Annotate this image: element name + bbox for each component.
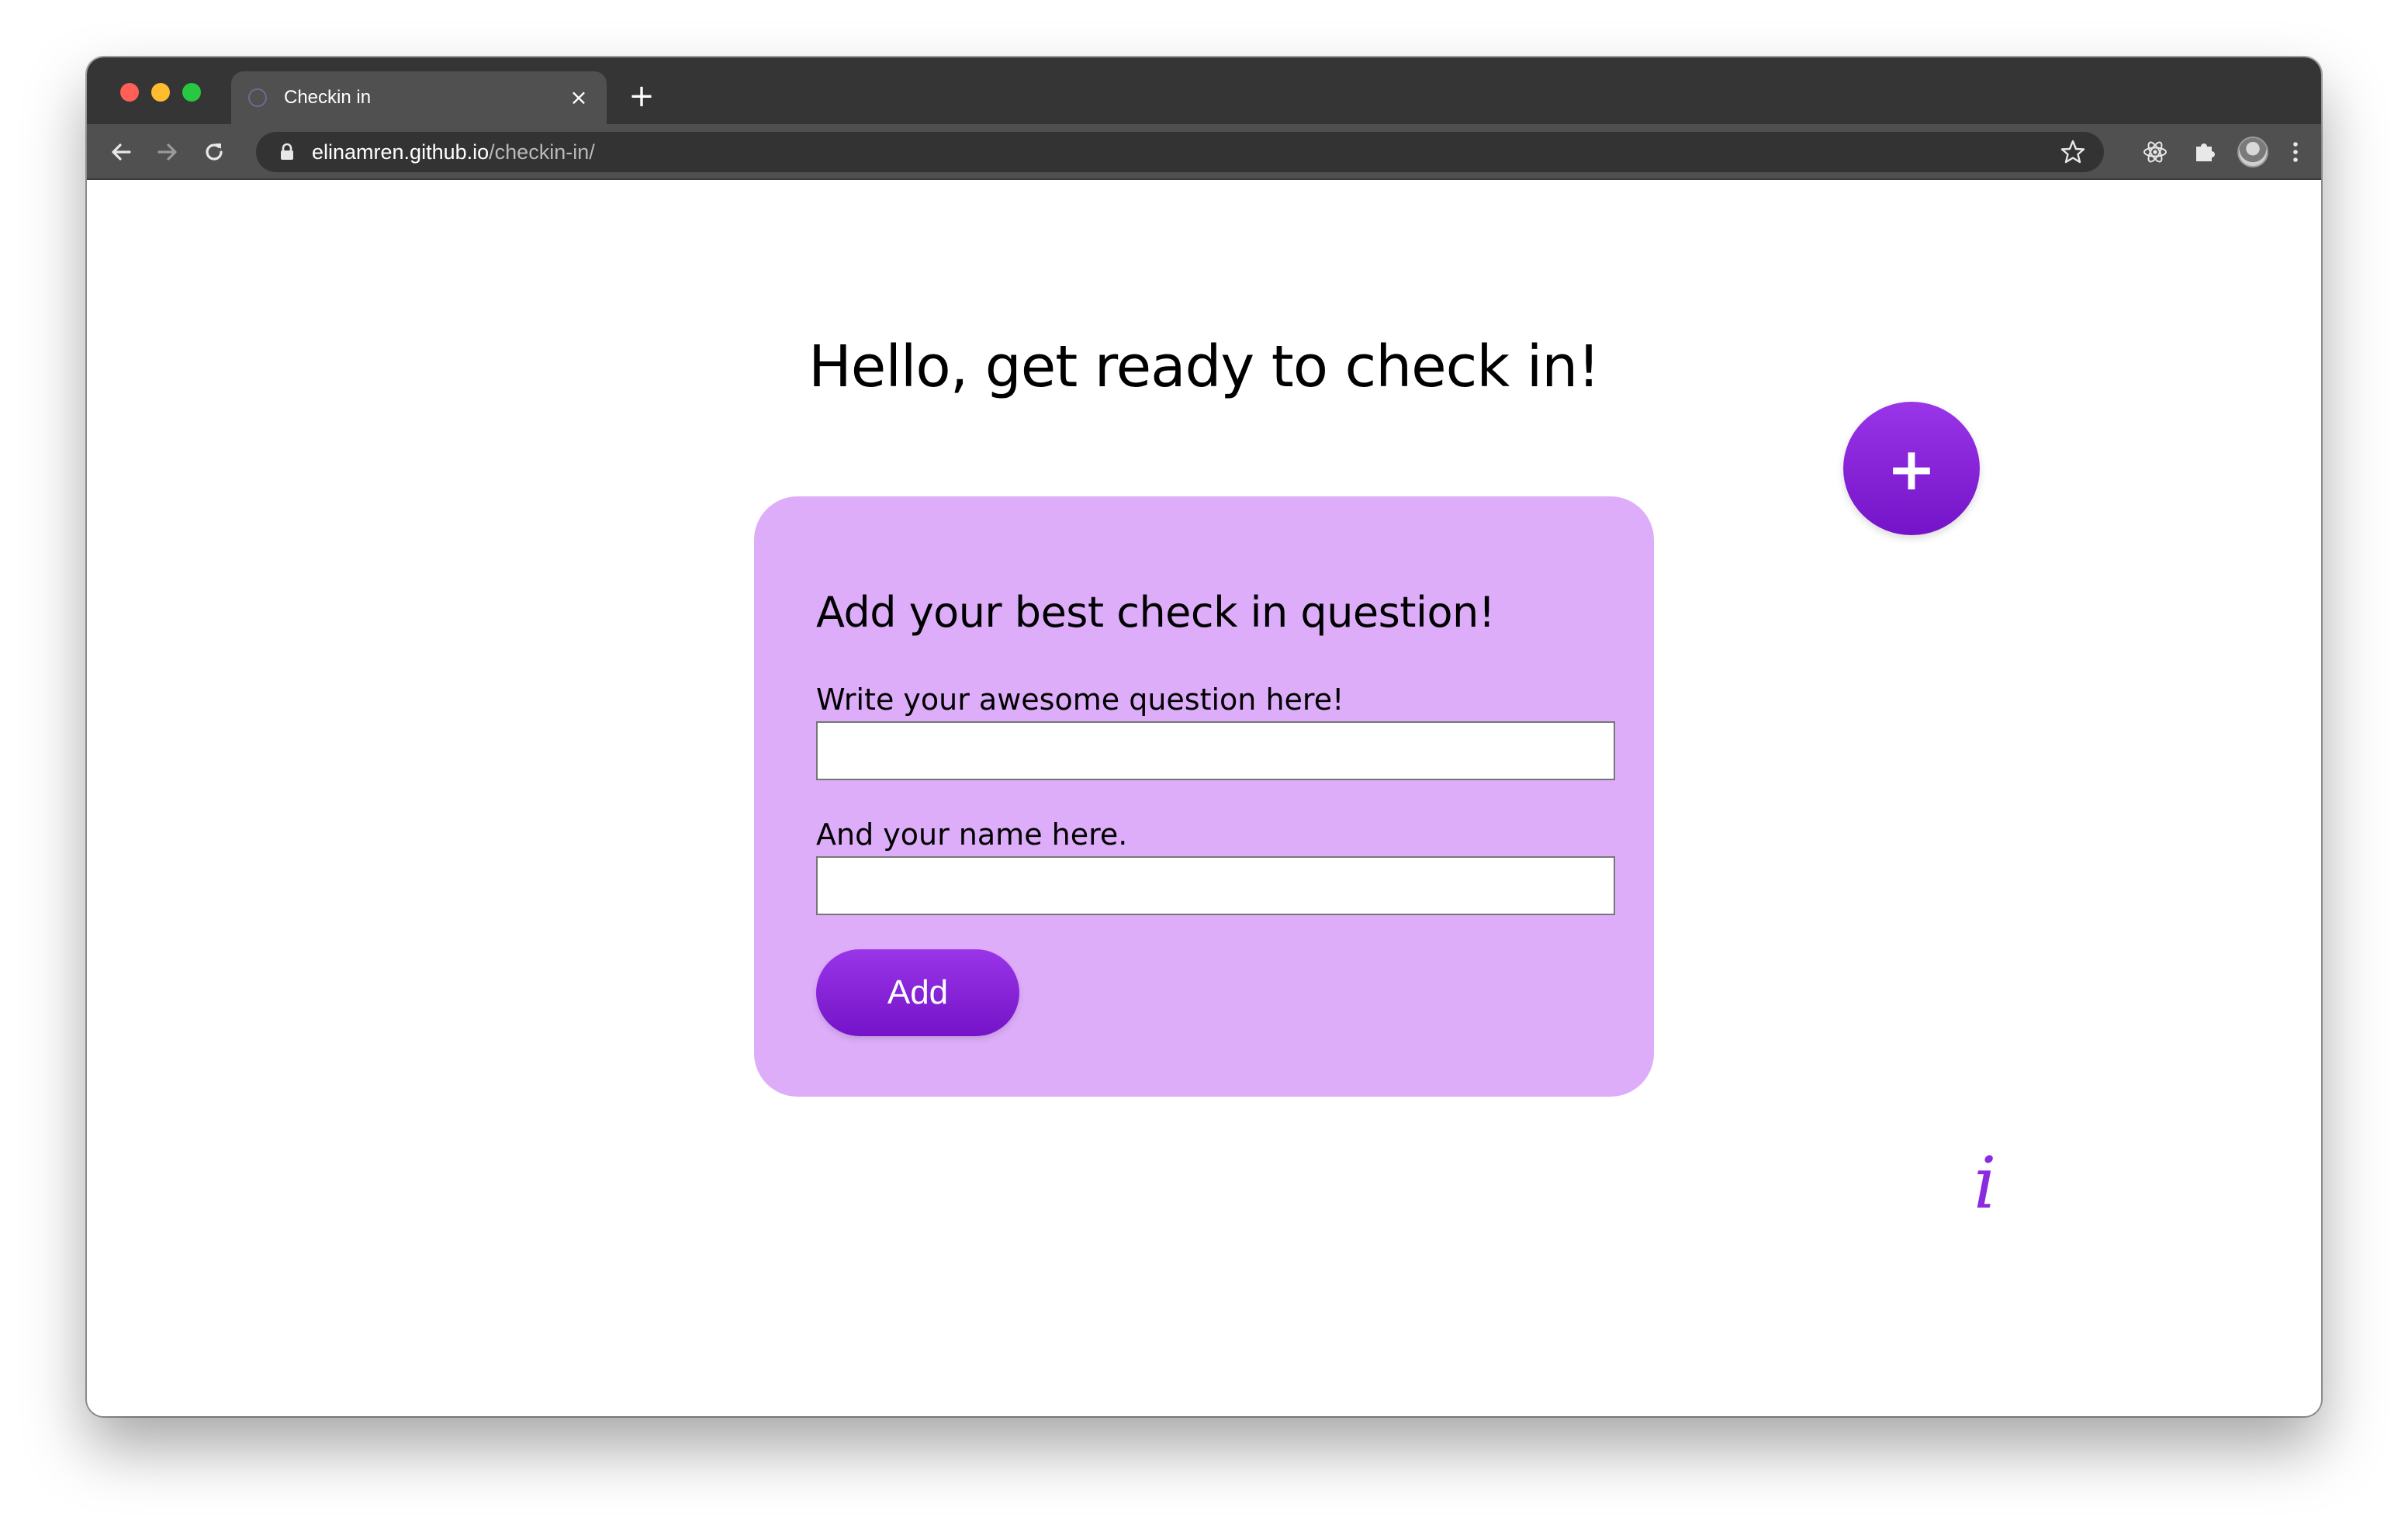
add-question-card: Add your best check in question! Write y… (754, 496, 1654, 1097)
reload-button[interactable] (197, 135, 231, 169)
zoom-window-button[interactable] (182, 83, 201, 102)
browser-menu-button[interactable] (2284, 135, 2307, 169)
form-heading: Add your best check in question! (816, 588, 1495, 637)
address-bar[interactable]: elinamren.github.io/checkin-in/ (256, 132, 2104, 172)
kebab-menu-icon (2293, 142, 2298, 162)
favicon-icon (248, 88, 267, 107)
tab-strip: Checkin in × + (87, 57, 2321, 124)
profile-button[interactable] (2236, 135, 2270, 169)
extensions-button[interactable] (2188, 135, 2222, 169)
arrow-left-icon (112, 143, 131, 161)
arrow-right-icon (157, 143, 177, 161)
minimize-window-button[interactable] (151, 83, 170, 102)
url-path: /checkin-in/ (489, 140, 595, 164)
info-link[interactable]: i (1974, 1148, 1996, 1219)
add-button[interactable]: Add (816, 949, 1019, 1036)
browser-toolbar: elinamren.github.io/checkin-in/ (87, 124, 2321, 180)
add-question-button[interactable]: + (1843, 402, 1980, 535)
star-icon[interactable] (2059, 138, 2087, 166)
forward-button[interactable] (150, 135, 185, 169)
avatar (2237, 137, 2268, 168)
name-input[interactable] (816, 856, 1615, 915)
page-content: Hello, get ready to check in! + Add your… (87, 180, 2321, 1416)
page-title: Hello, get ready to check in! (808, 334, 1600, 400)
react-devtools-button[interactable] (2138, 135, 2172, 169)
question-label: Write your awesome question here! (816, 683, 1344, 717)
url-host: elinamren.github.io (312, 140, 490, 164)
name-label: And your name here. (816, 817, 1128, 852)
question-input[interactable] (816, 721, 1615, 780)
lock-icon (281, 143, 293, 160)
reload-icon (206, 143, 223, 161)
browser-window: Checkin in × + elinamren.github.io /chec… (87, 57, 2321, 1416)
puzzle-icon (2196, 143, 2215, 161)
new-tab-button[interactable]: + (626, 81, 657, 112)
react-icon (2143, 141, 2167, 163)
tab-title: Checkin in (284, 87, 372, 108)
tab-close-icon[interactable]: × (568, 87, 590, 109)
tab-checkin[interactable]: Checkin in × (231, 71, 607, 124)
close-window-button[interactable] (120, 83, 139, 102)
back-button[interactable] (104, 135, 138, 169)
